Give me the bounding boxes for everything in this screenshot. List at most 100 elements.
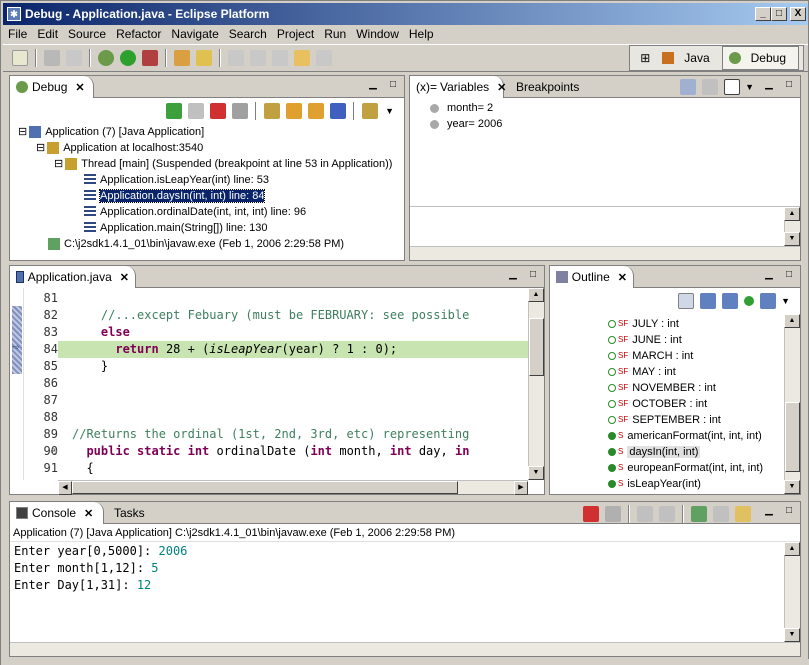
edit-icon[interactable]	[228, 50, 244, 66]
close-tab-icon[interactable]: ✕	[84, 507, 93, 520]
console-hscrollbar[interactable]	[10, 642, 800, 656]
maximize-button[interactable]: □	[771, 7, 787, 21]
open-console-icon[interactable]	[735, 506, 751, 522]
debug-run-icon[interactable]	[98, 50, 114, 66]
terminate-icon[interactable]	[583, 506, 599, 522]
detail-hscrollbar[interactable]	[410, 246, 800, 260]
save-icon[interactable]	[44, 50, 60, 66]
scroll-down-icon[interactable]: ▼	[784, 232, 800, 246]
tree-collapse-icon[interactable]: ⊟	[54, 158, 63, 170]
open-perspective-icon[interactable]: ⊞	[634, 49, 656, 67]
tab-variables[interactable]: (x)= Variables ✕	[410, 76, 506, 98]
disconnect-icon[interactable]	[232, 103, 249, 119]
show-type-names-icon[interactable]	[680, 79, 697, 95]
maximize-view-icon[interactable]: □	[526, 269, 540, 283]
step-into-icon[interactable]	[264, 103, 281, 119]
debug-tree-item[interactable]: ⊟ Thread [main] (Suspended (breakpoint at…	[10, 156, 404, 172]
outline-item[interactable]: SdaysIn(int, int)	[608, 444, 701, 460]
editor-vscroll-thumb[interactable]	[529, 318, 544, 376]
maximize-view-icon[interactable]: □	[782, 269, 796, 283]
debug-tree-item[interactable]: C:\j2sdk1.4.1_01\bin\javaw.exe (Feb 1, 2…	[10, 236, 404, 252]
editor-hscrollbar[interactable]: ◀ ▶	[58, 480, 528, 495]
debug-tree-item[interactable]: ⊟ Application at localhost:3540	[10, 140, 404, 156]
sort-icon[interactable]	[678, 293, 695, 309]
prev-annotation-icon[interactable]	[272, 50, 288, 66]
outline-vscrollbar[interactable]: ▲ ▼	[784, 314, 800, 494]
menu-edit[interactable]: Edit	[32, 27, 63, 41]
outline-item[interactable]: SF JUNE : int	[608, 332, 682, 348]
maximize-view-icon[interactable]: □	[386, 79, 400, 93]
menu-run[interactable]: Run	[319, 27, 351, 41]
outline-item[interactable]: SisLeapYear(int)	[608, 476, 701, 492]
variable-item[interactable]: month= 2	[410, 100, 800, 116]
step-return-icon[interactable]	[308, 103, 325, 119]
menu-refactor[interactable]: Refactor	[111, 27, 166, 41]
tree-collapse-icon[interactable]: ⊟	[36, 142, 45, 154]
menu-project[interactable]: Project	[272, 27, 319, 41]
hide-fields-icon[interactable]	[700, 293, 717, 309]
open-type-icon[interactable]	[174, 50, 190, 66]
editor-vscrollbar[interactable]: ▲ ▼	[528, 288, 544, 480]
scroll-down-icon[interactable]: ▼	[784, 628, 800, 642]
tab-tasks[interactable]: Tasks	[108, 502, 151, 524]
outline-item[interactable]: SF OCTOBER : int	[608, 396, 707, 412]
scroll-up-icon[interactable]: ▲	[528, 288, 544, 302]
tab-breakpoints[interactable]: Breakpoints	[510, 76, 585, 98]
terminate-icon[interactable]	[210, 103, 227, 119]
minimize-button[interactable]: _	[755, 7, 771, 21]
forward-icon[interactable]	[316, 50, 332, 66]
outline-item[interactable]: SamericanFormat(int, int, int)	[608, 428, 762, 444]
maximize-view-icon[interactable]: □	[782, 505, 796, 519]
show-detail-pane-icon[interactable]	[702, 79, 719, 95]
menu-source[interactable]: Source	[63, 27, 111, 41]
debug-perspective-button[interactable]: Debug	[721, 46, 799, 70]
next-annotation-icon[interactable]	[250, 50, 266, 66]
menu-navigate[interactable]: Navigate	[166, 27, 223, 41]
maximize-view-icon[interactable]: □	[782, 79, 796, 93]
minimize-view-icon[interactable]: ▁	[366, 79, 380, 93]
console-output[interactable]: Enter year[0,5000]: 2006 Enter month[1,12…	[10, 542, 784, 642]
pin-console-icon[interactable]	[691, 506, 707, 522]
scroll-down-icon[interactable]: ▼	[528, 466, 544, 480]
scroll-up-icon[interactable]: ▲	[784, 314, 800, 328]
search-icon[interactable]	[196, 50, 212, 66]
hide-nonpublic-icon[interactable]	[744, 296, 755, 306]
outline-item[interactable]: SF MAY : int	[608, 364, 676, 380]
minimize-view-icon[interactable]: ▁	[762, 269, 776, 283]
debug-tree-item[interactable]: Application.ordinalDate(int, int, int) l…	[10, 204, 404, 220]
outline-item[interactable]: SF JULY : int	[608, 316, 679, 332]
close-tab-icon[interactable]: ✕	[497, 81, 506, 94]
outline-vscroll-thumb[interactable]	[785, 402, 800, 472]
external-tools-icon[interactable]	[142, 50, 158, 66]
resume-icon[interactable]	[166, 103, 183, 119]
scroll-left-icon[interactable]: ◀	[58, 481, 72, 495]
clear-console-icon[interactable]	[637, 506, 653, 522]
tab-outline[interactable]: Outline ✕	[550, 266, 634, 288]
debug-tree-item[interactable]: Application.daysIn(int, int) line: 84	[10, 188, 404, 204]
variable-item[interactable]: year= 2006	[410, 116, 800, 132]
outline-item[interactable]: SF SEPTEMBER : int	[608, 412, 721, 428]
detail-scrollbar[interactable]: ▲ ▼	[784, 207, 800, 246]
debug-tree-item[interactable]: Application.main(String[]) line: 130	[10, 220, 404, 236]
close-tab-icon[interactable]: ✕	[75, 81, 84, 94]
outline-item[interactable]: SeuropeanFormat(int, int, int)	[608, 460, 763, 476]
back-icon[interactable]	[294, 50, 310, 66]
console-vscrollbar[interactable]: ▲ ▼	[784, 542, 800, 642]
close-button[interactable]: X	[790, 7, 806, 21]
use-step-filters-icon[interactable]	[362, 103, 379, 119]
outline-item[interactable]: SF NOVEMBER : int	[608, 380, 716, 396]
remove-launch-icon[interactable]	[605, 506, 621, 522]
collapse-all-icon[interactable]	[724, 79, 741, 95]
view-menu-icon[interactable]: ▼	[745, 82, 754, 92]
minimize-view-icon[interactable]: ▁	[762, 505, 776, 519]
minimize-view-icon[interactable]: ▁	[762, 79, 776, 93]
tab-application-java[interactable]: Application.java ✕	[10, 266, 136, 288]
debug-tree-item[interactable]: ⊟ Application (7) [Java Application]	[10, 124, 404, 140]
menu-file[interactable]: File	[3, 27, 32, 41]
scroll-right-icon[interactable]: ▶	[514, 481, 528, 495]
close-tab-icon[interactable]: ✕	[120, 271, 129, 284]
debug-tree-item[interactable]: Application.isLeapYear(int) line: 53	[10, 172, 404, 188]
menu-search[interactable]: Search	[224, 27, 272, 41]
menu-help[interactable]: Help	[404, 27, 439, 41]
print-icon[interactable]	[66, 50, 82, 66]
